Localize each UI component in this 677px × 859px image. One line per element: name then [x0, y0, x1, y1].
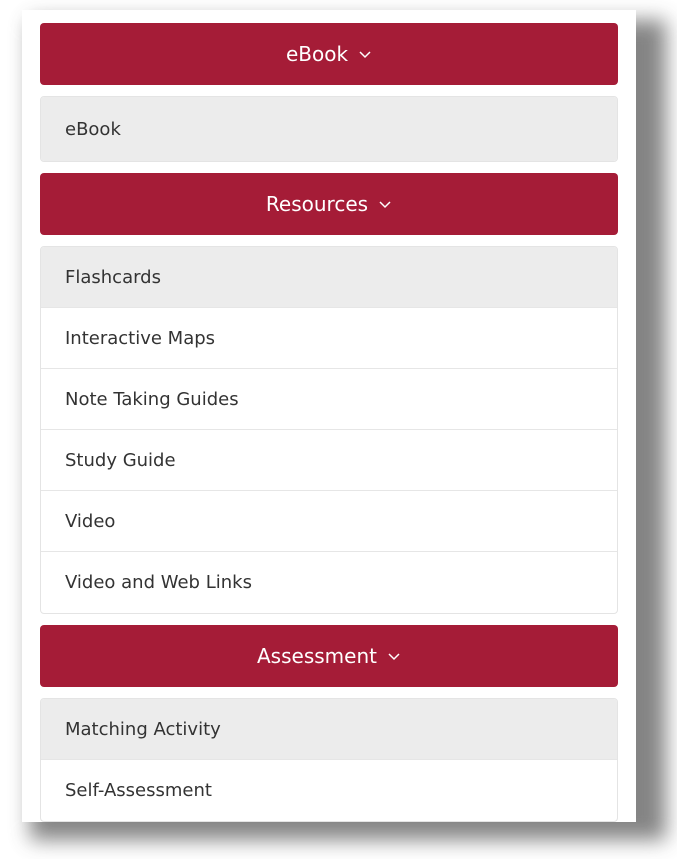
list-item-flashcards[interactable]: Flashcards: [41, 247, 617, 308]
list-item-matching-activity[interactable]: Matching Activity: [41, 699, 617, 760]
list-item-interactive-maps[interactable]: Interactive Maps: [41, 308, 617, 369]
list-item-video[interactable]: Video: [41, 491, 617, 552]
chevron-down-icon: [358, 47, 372, 61]
section-list-ebook: eBook: [40, 96, 618, 162]
chevron-down-icon: [378, 197, 392, 211]
section-header-resources[interactable]: Resources: [40, 173, 618, 235]
list-item-video-and-web-links[interactable]: Video and Web Links: [41, 552, 617, 613]
section-header-ebook[interactable]: eBook: [40, 23, 618, 85]
section-title-resources: Resources: [265, 192, 369, 216]
list-item-self-assessment[interactable]: Self-Assessment: [41, 760, 617, 821]
section-title-assessment: Assessment: [257, 644, 377, 668]
chevron-down-icon: [387, 649, 401, 663]
list-item-study-guide[interactable]: Study Guide: [41, 430, 617, 491]
section-list-assessment: Matching Activity Self-Assessment: [40, 698, 618, 822]
resource-panel: eBook eBook Resources Flashcards Interac…: [22, 10, 636, 822]
section-title-ebook: eBook: [285, 42, 349, 66]
list-item-ebook[interactable]: eBook: [41, 97, 617, 161]
list-item-note-taking-guides[interactable]: Note Taking Guides: [41, 369, 617, 430]
section-list-resources: Flashcards Interactive Maps Note Taking …: [40, 246, 618, 614]
section-header-assessment[interactable]: Assessment: [40, 625, 618, 687]
